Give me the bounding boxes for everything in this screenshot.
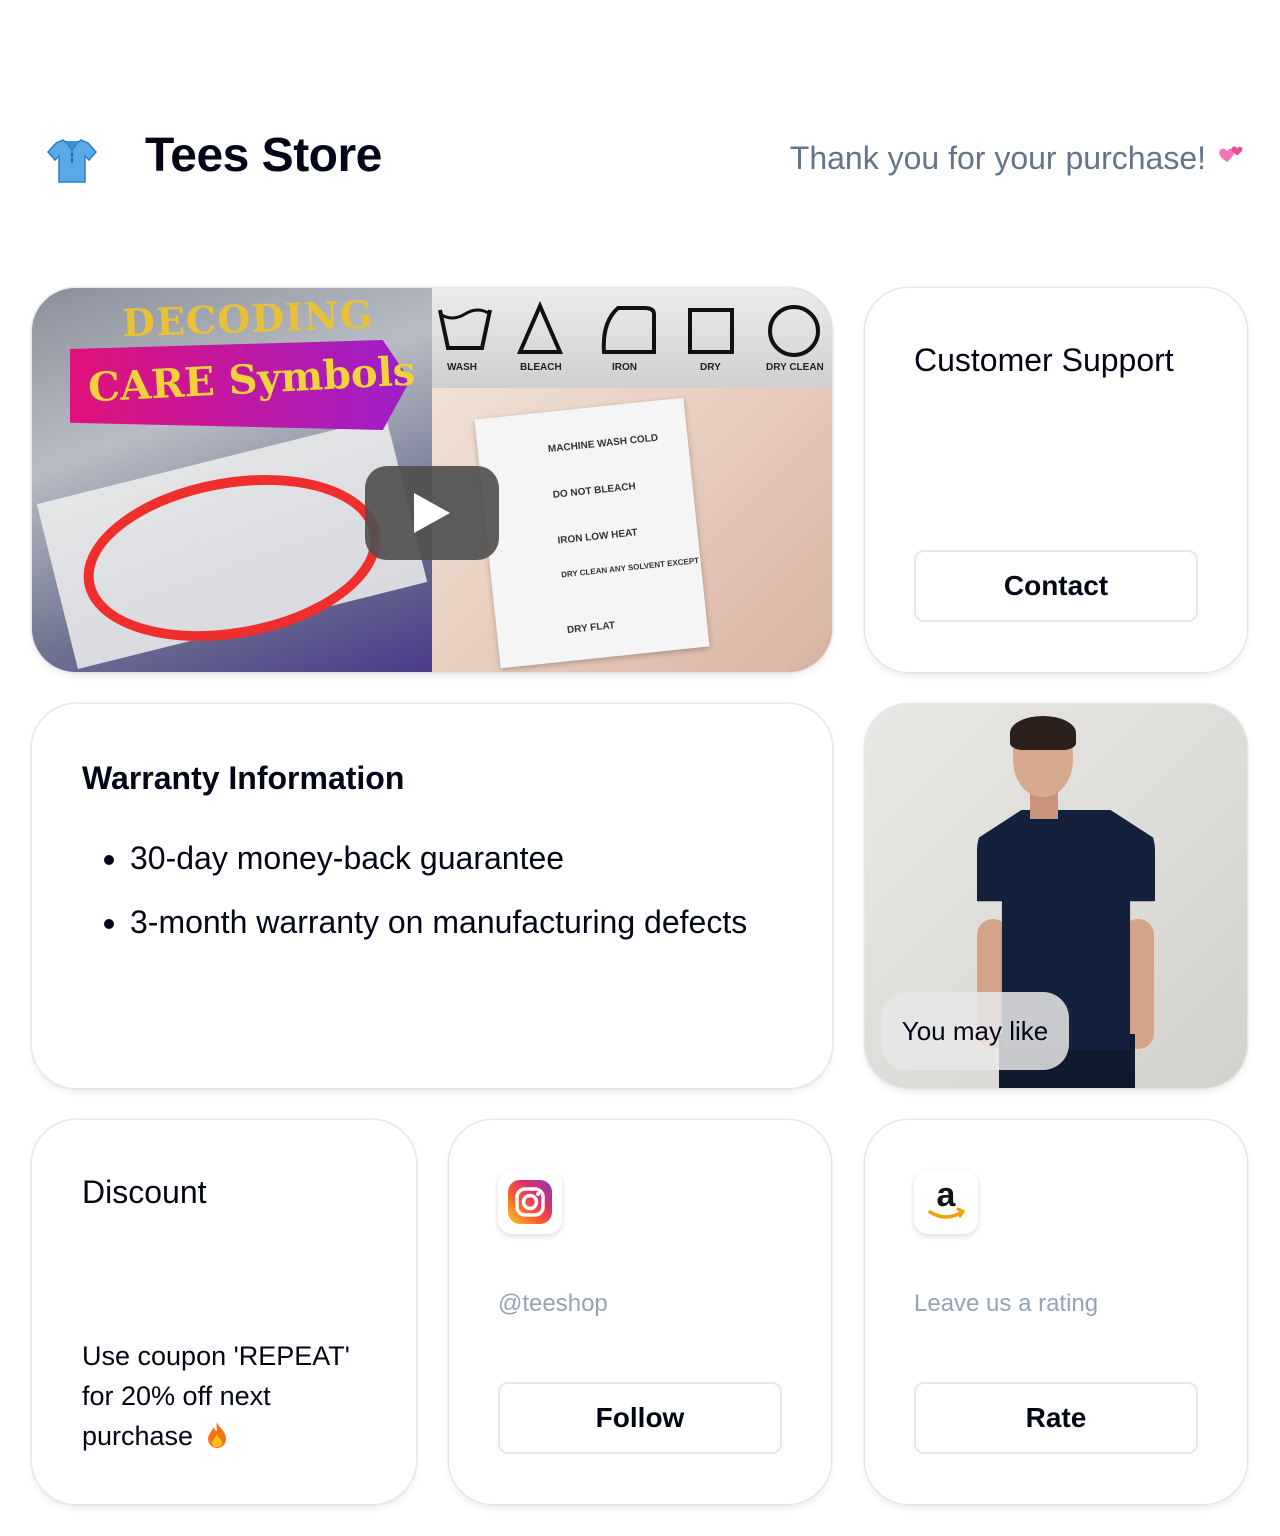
care-label-line-2: DO NOT BLEACH xyxy=(552,481,636,501)
care-label-line-4: DRY CLEAN ANY SOLVENT EXCEPT TRICHLOROET… xyxy=(561,546,710,579)
warranty-item: 30-day money-back guarantee xyxy=(130,834,770,882)
care-label-line-1: MACHINE WASH COLD xyxy=(547,433,658,455)
warranty-title: Warranty Information xyxy=(82,760,405,796)
rating-prompt: Leave us a rating xyxy=(914,1290,1099,1317)
play-icon xyxy=(414,493,450,533)
contact-button[interactable]: Contact xyxy=(914,550,1198,622)
care-symbol-strip: WASH BLEACH IRON DRY DRY CLEAN xyxy=(432,288,832,388)
symbol-label-dry-clean: DRY CLEAN xyxy=(766,362,824,373)
discount-title: Discount xyxy=(82,1174,207,1210)
instagram-icon-tile xyxy=(498,1170,562,1234)
amazon-icon-tile: a xyxy=(914,1170,978,1234)
fire-icon xyxy=(207,1422,226,1448)
symbol-label-dry: DRY xyxy=(700,362,721,373)
warranty-item: 3-month warranty on manufacturing defect… xyxy=(130,898,770,946)
care-label-line-3: IRON LOW HEAT xyxy=(557,527,638,546)
symbol-label-bleach: BLEACH xyxy=(520,362,562,373)
care-label-image: MACHINE WASH COLD DO NOT BLEACH IRON LOW… xyxy=(474,397,792,669)
store-name: Tees Store xyxy=(145,129,382,182)
instagram-handle: @teeshop xyxy=(498,1290,608,1317)
amazon-icon: a xyxy=(928,1178,966,1219)
tshirt-icon xyxy=(47,139,97,183)
warranty-card: Warranty Information 30-day money-back g… xyxy=(32,704,832,1088)
instagram-icon xyxy=(508,1180,552,1224)
product-recommendation-card[interactable]: You may like xyxy=(865,704,1247,1088)
care-symbols-video[interactable]: DECODING CARE Symbols WASH BLEACH IRON D… xyxy=(32,288,832,672)
instagram-card: @teeshop Follow xyxy=(449,1120,831,1504)
warranty-list: 30-day money-back guarantee 3-month warr… xyxy=(130,834,770,962)
care-label-text: MACHINE WASH COLD DO NOT BLEACH IRON LOW… xyxy=(547,433,792,636)
video-title-line1: DECODING xyxy=(121,291,374,346)
play-button[interactable] xyxy=(365,466,499,560)
thanks-text: Thank you for your purchase! xyxy=(789,140,1206,176)
support-title: Customer Support xyxy=(914,342,1174,378)
care-symbols-icons: WASH BLEACH IRON DRY DRY CLEAN xyxy=(438,300,824,373)
discount-card: Discount Use coupon 'REPEAT' for 20% off… xyxy=(32,1120,416,1504)
customer-support-card: Customer Support Contact xyxy=(865,288,1247,672)
rate-button[interactable]: Rate xyxy=(914,1382,1198,1454)
follow-button[interactable]: Follow xyxy=(498,1382,782,1454)
care-label-line-5: DRY FLAT xyxy=(566,620,615,636)
you-may-like-chip[interactable]: You may like xyxy=(881,992,1069,1070)
svg-text:a: a xyxy=(937,1178,957,1214)
thanks-message: Thank you for your purchase! xyxy=(790,140,1246,177)
header: Tees Store Thank you for your purchase! xyxy=(0,0,1280,240)
symbol-label-wash: WASH xyxy=(447,362,477,373)
amazon-rating-card: a Leave us a rating Rate xyxy=(865,1120,1247,1504)
model-hair xyxy=(1010,716,1076,750)
discount-text-block: Use coupon 'REPEAT' for 20% off next pur… xyxy=(82,1336,382,1456)
two-hearts-icon xyxy=(1219,145,1243,162)
symbol-label-iron: IRON xyxy=(612,362,637,373)
